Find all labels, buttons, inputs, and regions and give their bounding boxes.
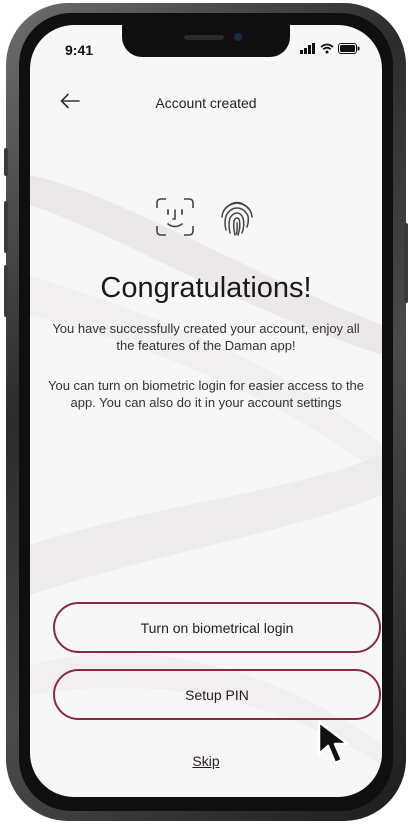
volume-down-button xyxy=(4,265,8,317)
signal-icon xyxy=(300,43,315,54)
turn-on-biometric-button[interactable]: Turn on biometrical login xyxy=(53,602,381,653)
setup-pin-button[interactable]: Setup PIN xyxy=(53,669,381,720)
congrats-heading: Congratulations! xyxy=(100,272,312,304)
face-id-icon xyxy=(156,198,194,236)
wifi-icon xyxy=(320,43,334,54)
phone-screen: 9:41 Account created Congratulations! Yo… xyxy=(30,25,382,797)
volume-up-button xyxy=(4,201,8,253)
battery-icon xyxy=(338,43,360,54)
mute-switch xyxy=(4,148,8,176)
power-button xyxy=(404,223,408,303)
phone-frame: 9:41 Account created Congratulations! Yo… xyxy=(4,3,408,821)
page-title: Account created xyxy=(155,95,257,111)
biometric-info-message: You can turn on biometric login for easi… xyxy=(47,378,365,410)
status-icons xyxy=(300,43,360,54)
mouse-cursor-icon xyxy=(317,720,350,765)
biometric-icons xyxy=(30,197,382,237)
fingerprint-icon xyxy=(221,201,253,236)
success-message: You have successfully created your accou… xyxy=(52,321,360,353)
notch xyxy=(122,25,290,57)
status-time: 9:41 xyxy=(65,42,94,58)
